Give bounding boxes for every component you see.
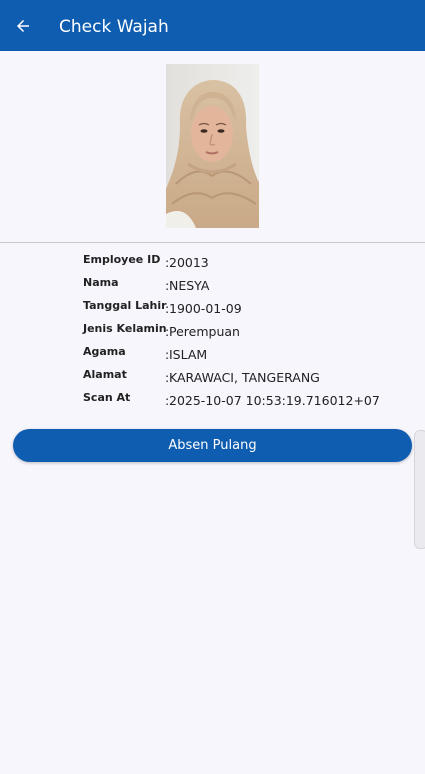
info-value: 1900-01-09 [169, 301, 242, 316]
info-value: 20013 [169, 255, 209, 270]
info-row-tanggal-lahir: Tanggal Lahir : 1900-01-09 [83, 296, 413, 319]
info-row-alamat: Alamat : KARAWACI, TANGERANG [83, 365, 413, 388]
info-row-agama: Agama : ISLAM [83, 342, 413, 365]
info-label: Alamat [83, 368, 127, 381]
info-value: Perempuan [169, 324, 240, 339]
face-photo [166, 64, 259, 228]
info-value: 2025-10-07 10:53:19.716012+07 [169, 393, 380, 408]
info-row-nama: Nama : NESYA [83, 273, 413, 296]
app-screen: Check Wajah Employee ID: 20013 Nama: N… [0, 0, 425, 774]
info-label: Employee ID [83, 253, 161, 266]
info-row-employee-id: Employee ID : 20013 [83, 250, 413, 273]
absen-pulang-button[interactable]: Absen Pulang [13, 429, 412, 462]
divider [0, 242, 425, 243]
info-value: KARAWACI, TANGERANG [169, 370, 320, 385]
info-label: Nama [83, 276, 119, 289]
arrow-left-icon [17, 20, 29, 32]
side-panel-handle[interactable] [414, 430, 425, 549]
back-button[interactable] [10, 13, 36, 39]
info-value: NESYA [169, 278, 210, 293]
info-label: Tanggal Lahir [83, 299, 167, 312]
info-label: Scan At [83, 391, 131, 404]
face-photo-image [166, 64, 259, 228]
info-label: Agama [83, 345, 126, 358]
page-title: Check Wajah [59, 17, 169, 37]
info-value: ISLAM [169, 347, 208, 362]
info-label: Jenis Kelamin [83, 322, 167, 335]
info-row-scan-at: Scan At : 2025-10-07 10:53:19.716012+07 [83, 388, 413, 411]
app-bar: Check Wajah [0, 0, 425, 51]
info-row-jenis-kelamin: Jenis Kelamin : Perempuan [83, 319, 413, 342]
